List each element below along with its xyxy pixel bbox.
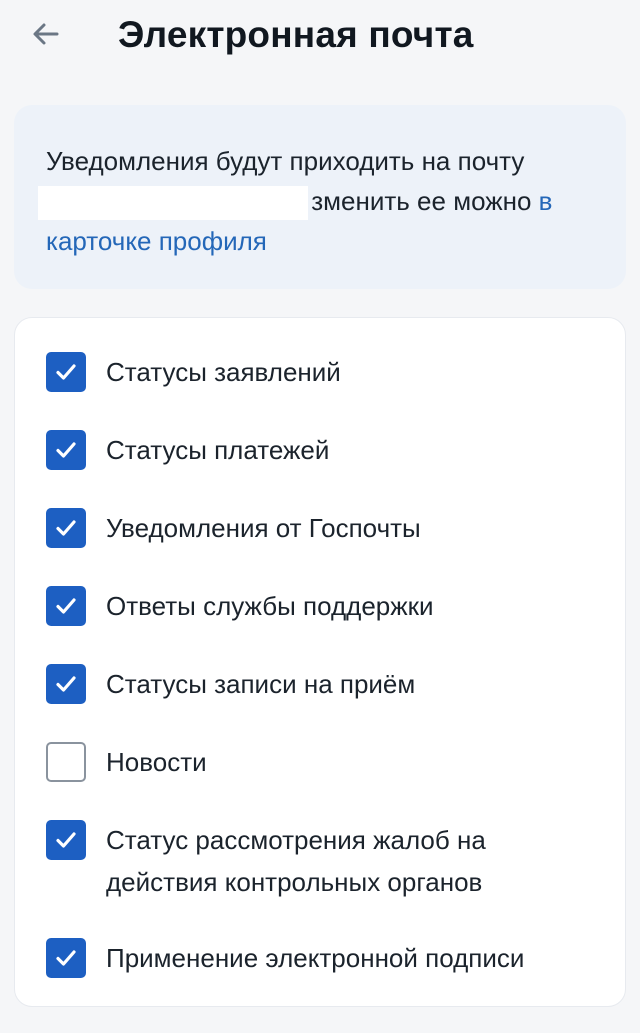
info-text-before: Уведомления будут приходить на почту (46, 146, 525, 176)
checkbox[interactable] (46, 820, 86, 860)
check-icon (56, 442, 76, 458)
checkbox[interactable] (46, 664, 86, 704)
check-icon (56, 832, 76, 848)
notification-option[interactable]: Статус рассмотрения жалоб на действия ко… (46, 820, 606, 903)
checkbox[interactable] (46, 938, 86, 978)
header: Электронная почта (0, 0, 640, 80)
page-title: Электронная почта (118, 14, 474, 55)
check-icon (56, 364, 76, 380)
check-icon (56, 676, 76, 692)
check-icon (56, 950, 76, 966)
option-label: Статусы заявлений (106, 357, 341, 387)
checkbox[interactable] (46, 508, 86, 548)
checkbox[interactable] (46, 742, 86, 782)
notification-option[interactable]: Статусы заявлений (46, 352, 606, 393)
checkbox[interactable] (46, 586, 86, 626)
checkbox[interactable] (46, 430, 86, 470)
email-settings-screen: Электронная почта Уведомления будут прих… (0, 0, 640, 1033)
notification-option[interactable]: Новости (46, 742, 606, 783)
arrow-left-icon (33, 23, 59, 45)
notification-options-card: Статусы заявлений Статусы платежей Уведомл… (14, 317, 626, 1007)
option-label: Применение электронной подписи (106, 943, 525, 973)
info-card: Уведомления будут приходить на почту зме… (14, 105, 626, 289)
option-label: Статусы записи на приём (106, 669, 416, 699)
option-label: Ответы службы поддержки (106, 591, 434, 621)
notification-option[interactable]: Статусы записи на приём (46, 664, 606, 705)
option-label: Новости (106, 747, 207, 777)
notification-option[interactable]: Уведомления от Госпочты (46, 508, 606, 549)
info-text-after: зменить ее можно (311, 186, 539, 216)
notification-option[interactable]: Статусы платежей (46, 430, 606, 471)
back-button[interactable] (24, 12, 68, 56)
info-text: Уведомления будут приходить на почту зме… (38, 141, 606, 261)
checkbox[interactable] (46, 352, 86, 392)
notification-option[interactable]: Ответы службы поддержки (46, 586, 606, 627)
option-label: Статус рассмотрения жалоб на действия ко… (106, 825, 486, 897)
check-icon (56, 520, 76, 536)
redacted-email (38, 186, 308, 221)
check-icon (56, 598, 76, 614)
option-label: Уведомления от Госпочты (106, 513, 421, 543)
notification-option[interactable]: Применение электронной подписи (46, 938, 606, 979)
option-label: Статусы платежей (106, 435, 330, 465)
